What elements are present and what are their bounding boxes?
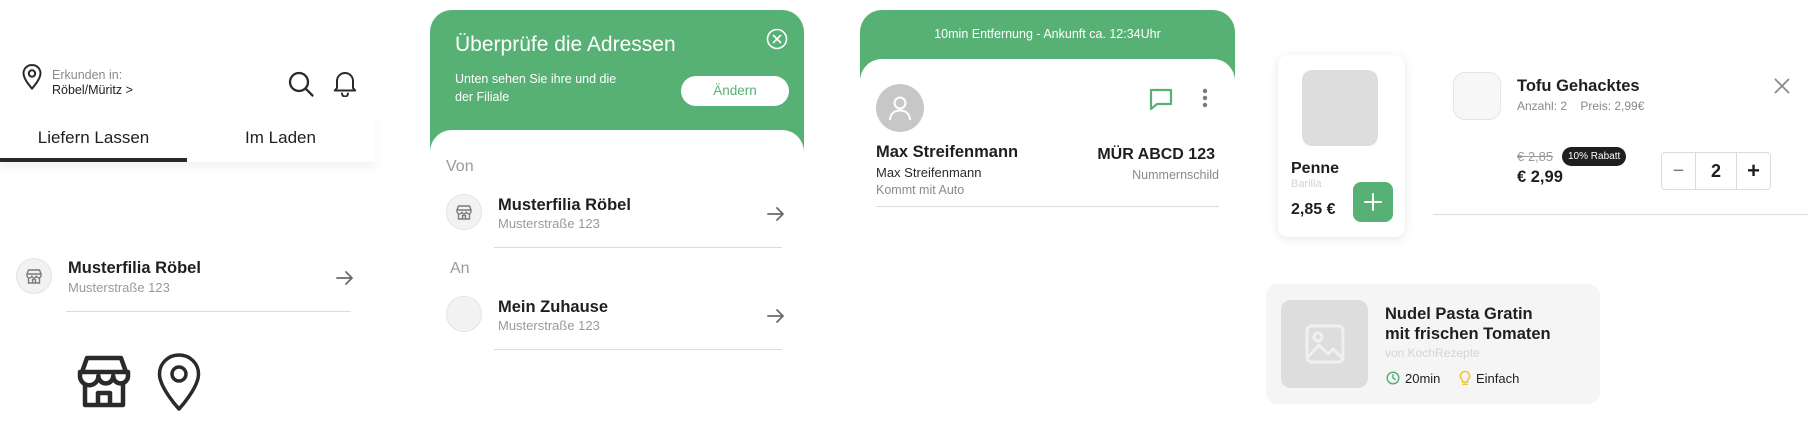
recipe-difficulty: Einfach <box>1476 371 1520 386</box>
address-check-subtitle: Unten sehen Sie ihre und die der Filiale <box>455 72 617 104</box>
location-pin-icon <box>155 352 203 412</box>
more-vertical-icon[interactable] <box>1201 87 1209 109</box>
product-price: 2,85 € <box>1291 201 1336 218</box>
explore-location-link[interactable]: Röbel/Müritz > <box>52 83 133 97</box>
change-address-button[interactable]: Ändern <box>681 76 789 106</box>
chat-icon[interactable] <box>1148 87 1174 111</box>
location-pin-icon[interactable] <box>21 63 43 91</box>
row-divider <box>494 349 782 350</box>
cart-item-meta: Anzahl: 2 Preis: 2,99€ <box>1517 99 1645 113</box>
decrease-button[interactable]: − <box>1662 153 1696 189</box>
increase-button[interactable]: + <box>1736 153 1770 189</box>
license-plate: MÜR ABCD 123 <box>1097 146 1215 163</box>
row-divider <box>66 311 351 312</box>
tab-im-laden[interactable]: Im Laden <box>187 114 374 162</box>
bulb-icon <box>1459 370 1471 386</box>
address-check-title: Überprüfe die Adressen <box>455 33 676 56</box>
from-label: Von <box>446 158 474 175</box>
user-icon <box>888 95 912 121</box>
row-divider <box>494 247 782 248</box>
recipe-title-line2: mit frischen Tomaten <box>1385 325 1551 343</box>
driver-divider <box>876 206 1219 207</box>
store-address: Musterstraße 123 <box>68 280 170 295</box>
plus-icon <box>1363 192 1383 212</box>
cart-item-image <box>1453 72 1501 120</box>
arrow-right-icon[interactable] <box>767 206 785 222</box>
address-check-body <box>430 130 804 400</box>
tab-liefern-lassen[interactable]: Liefern Lassen <box>0 114 187 162</box>
home-avatar <box>446 296 482 332</box>
explore-label: Erkunden in: <box>52 68 123 82</box>
store-icon <box>455 203 473 221</box>
close-circle-icon[interactable] <box>766 28 788 50</box>
license-plate-label: Nummernschild <box>1132 168 1219 182</box>
recipe-time: 20min <box>1405 371 1441 386</box>
discount-badge: 10% Rabatt <box>1562 147 1627 166</box>
cart-item-name: Tofu Gehacktes <box>1517 77 1640 95</box>
quantity-stepper: − 2 + <box>1661 152 1771 190</box>
arrow-right-icon[interactable] <box>336 270 354 286</box>
to-label: An <box>450 260 470 277</box>
from-store-name: Musterfilia Röbel <box>498 196 631 214</box>
delivery-mode-tabs: Liefern Lassen Im Laden <box>0 114 375 162</box>
cart-item-price: € 2,99 <box>1517 168 1563 186</box>
driver-name: Max Streifenmann <box>876 143 1019 161</box>
driver-name-small: Max Streifenmann <box>876 165 982 180</box>
product-name: Penne <box>1291 160 1340 177</box>
recipe-title-line1: Nudel Pasta Gratin <box>1385 305 1533 323</box>
product-image <box>1302 70 1378 146</box>
from-store-address: Musterstraße 123 <box>498 216 600 231</box>
quantity-value[interactable]: 2 <box>1696 153 1736 189</box>
arrival-banner: 10min Entfernung - Ankunft ca. 12:34Uhr <box>934 27 1161 41</box>
recipe-author: von KochRezepte <box>1385 346 1480 360</box>
store-name: Musterfilia Röbel <box>68 259 201 277</box>
to-address: Musterstraße 123 <box>498 318 600 333</box>
store-icon <box>76 354 132 408</box>
close-icon[interactable] <box>1774 78 1790 94</box>
image-placeholder-icon <box>1304 323 1346 365</box>
search-icon[interactable] <box>287 70 315 98</box>
cart-item-divider <box>1433 214 1808 215</box>
to-name: Mein Zuhause <box>498 298 609 316</box>
product-brand: Barilla <box>1291 178 1322 190</box>
driver-mode: Kommt mit Auto <box>876 183 965 197</box>
arrow-right-icon[interactable] <box>767 308 785 324</box>
bell-icon[interactable] <box>332 69 358 97</box>
cart-item-old-price: € 2,85 <box>1517 149 1554 164</box>
store-icon <box>25 267 43 285</box>
clock-icon <box>1386 371 1400 385</box>
